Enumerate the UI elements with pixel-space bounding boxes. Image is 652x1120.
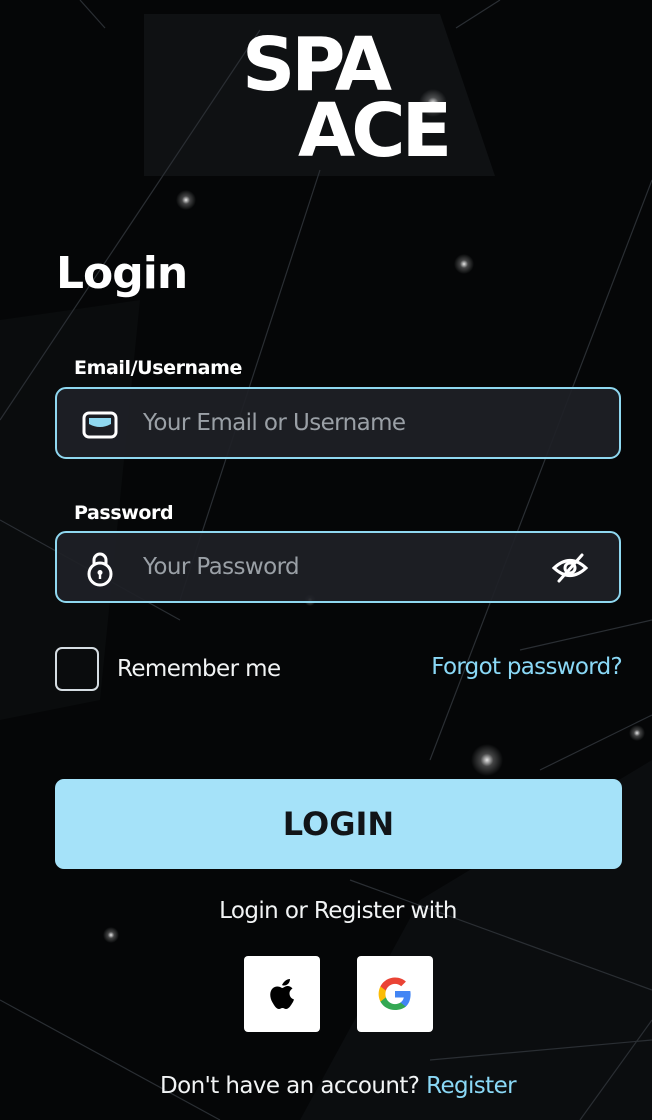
signup-row: Don't have an account? Register (0, 1073, 652, 1099)
remember-me[interactable]: Remember me (55, 647, 281, 691)
email-input[interactable] (143, 389, 523, 457)
forgot-password-link[interactable]: Forgot password? (431, 654, 622, 680)
signup-prompt: Don't have an account? (160, 1073, 420, 1099)
password-field[interactable] (55, 531, 621, 603)
space-logo: SPA ACE (242, 28, 452, 170)
register-link[interactable]: Register (426, 1073, 517, 1099)
google-icon (378, 977, 411, 1010)
email-field[interactable] (55, 387, 621, 459)
lock-icon (87, 552, 113, 587)
password-input[interactable] (143, 533, 523, 601)
apple-login-button[interactable] (244, 956, 320, 1032)
remember-me-label: Remember me (117, 656, 281, 682)
google-login-button[interactable] (357, 956, 433, 1032)
social-login-prompt: Login or Register with (219, 898, 457, 924)
email-label: Email/Username (74, 357, 242, 379)
remember-me-checkbox[interactable] (55, 647, 99, 691)
page-title: Login (56, 248, 188, 299)
apple-icon (270, 979, 294, 1009)
eye-off-icon[interactable] (551, 549, 589, 587)
password-label: Password (74, 502, 174, 524)
envelope-icon (82, 411, 118, 439)
login-button[interactable]: LOGIN (55, 779, 622, 869)
login-screen: SPA ACE Login Email/Username Password Re… (0, 0, 652, 1120)
logo-line-2: ACE (298, 88, 452, 174)
